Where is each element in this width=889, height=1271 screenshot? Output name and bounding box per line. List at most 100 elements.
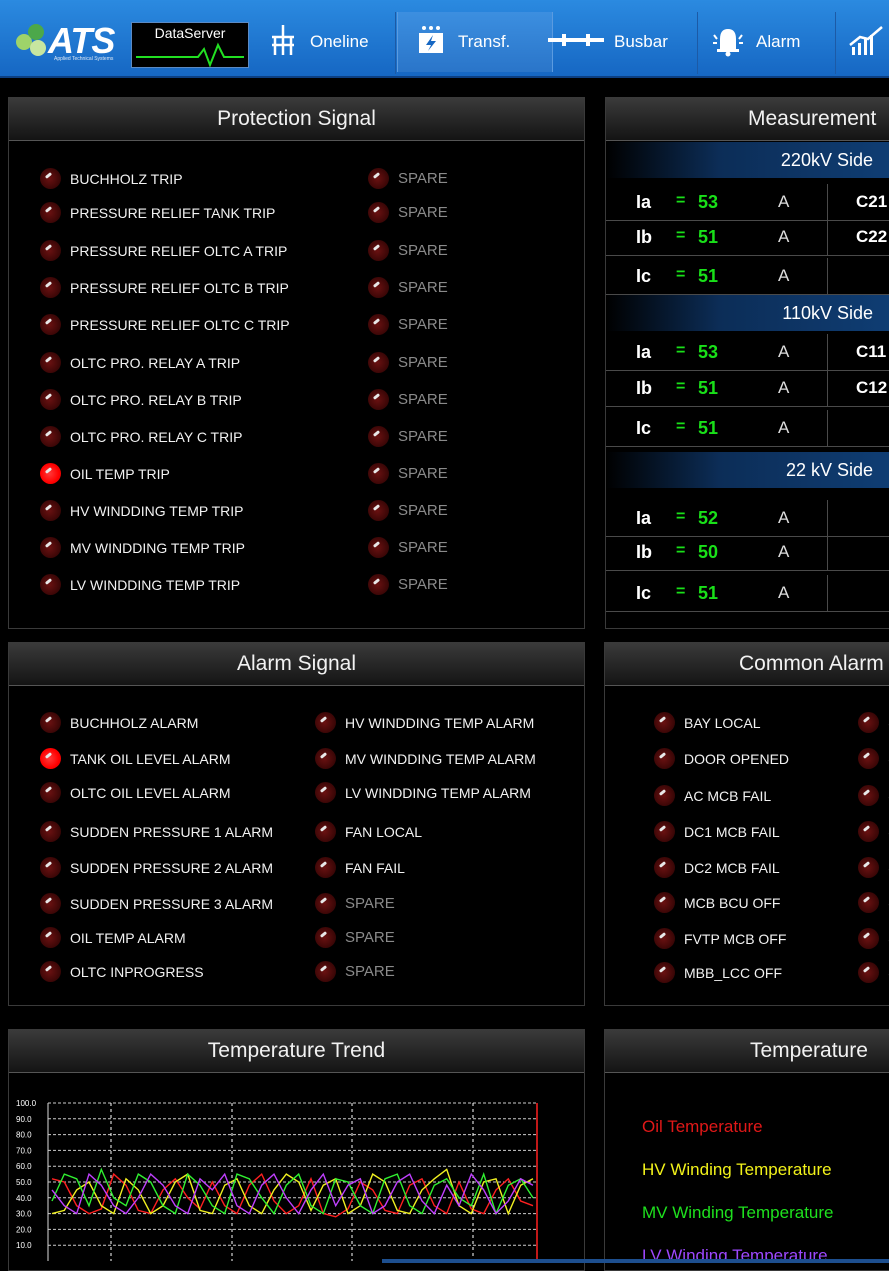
unit-label: A — [778, 418, 790, 437]
breaker-label: C21 — [856, 192, 888, 211]
current-value: 52 — [698, 508, 719, 528]
indicator-led — [40, 821, 61, 842]
protection-signal-row: BUCHHOLZ TRIP — [40, 168, 183, 189]
common-spare-row: S — [858, 821, 889, 842]
protection-spare-row: SPARE — [368, 389, 448, 410]
signal-label: LV WINDDING TEMP TRIP — [70, 576, 241, 593]
phase-label: Ia — [636, 508, 652, 528]
measurement-row: Ia 53 A C11 = — [606, 334, 889, 371]
indicator-led — [368, 314, 389, 335]
indicator-led — [315, 893, 336, 914]
y-tick-label: 60.0 — [16, 1162, 32, 1171]
signal-label: MBB_LCC OFF — [684, 964, 783, 981]
protection-signal-row: PRESSURE RELIEF OLTC A TRIP — [40, 240, 287, 261]
transformer-icon — [414, 23, 448, 62]
signal-label: SPARE — [398, 539, 448, 556]
series-line — [51, 1168, 534, 1216]
signal-label: OLTC PRO. RELAY A TRIP — [70, 354, 241, 371]
signal-label: SPARE — [398, 391, 448, 408]
indicator-led — [858, 821, 879, 842]
nav-alarm[interactable]: Alarm — [710, 12, 830, 72]
signal-label: OLTC INPROGRESS — [70, 963, 204, 980]
ats-logo: ATS Applied Technical Systems — [14, 18, 122, 62]
phase-label: Ia — [636, 342, 652, 362]
signal-label: DC1 MCB FAIL — [684, 823, 780, 840]
signal-label: FVTP MCB OFF — [684, 930, 787, 947]
indicator-led — [858, 712, 879, 733]
protection-signal-row: PRESSURE RELIEF TANK TRIP — [40, 202, 275, 223]
indicator-led — [315, 748, 336, 769]
indicator-led — [40, 961, 61, 982]
common-spare-row: S — [858, 892, 889, 913]
indicator-led — [368, 537, 389, 558]
breaker-label: C11 — [856, 342, 887, 361]
unit-label: A — [778, 227, 790, 246]
nav-transf[interactable]: Transf. — [397, 12, 553, 72]
protection-spare-row: SPARE — [368, 202, 448, 223]
nav-oneline[interactable]: Oneline — [258, 12, 396, 72]
signal-label: SPARE — [398, 428, 448, 445]
signal-label: PRESSURE RELIEF OLTC B TRIP — [70, 279, 289, 296]
dataserver-status[interactable]: DataServer — [131, 22, 249, 68]
column-divider — [827, 184, 828, 220]
panel-title: Alarm Signal — [9, 643, 584, 686]
protection-spare-row: SPARE — [368, 240, 448, 261]
unit-label: A — [778, 266, 790, 285]
indicator-led — [654, 928, 675, 949]
common-spare-row: S — [858, 928, 889, 949]
indicator-led — [858, 928, 879, 949]
y-tick-label: 70.0 — [16, 1146, 32, 1155]
measurement-row: Ib 50 A = — [606, 534, 889, 571]
measurement-row: Ia 53 A C21 = — [606, 184, 889, 221]
y-tick-label: 50.0 — [16, 1178, 32, 1187]
common-spare-row: S — [858, 712, 889, 733]
alarm-signal-row: FAN LOCAL — [315, 821, 422, 842]
phase-label: Ib — [636, 542, 652, 562]
protection-signal-row: OLTC PRO. RELAY B TRIP — [40, 389, 242, 410]
temperature-trend-chart: 100.0 90.0 80.0 70.0 60.0 50.0 40.0 30.0 20.0 10.… — [16, 1099, 538, 1261]
indicator-led — [654, 857, 675, 878]
measurement-section-header: 110kV Side — [606, 295, 889, 331]
equals-sign: = — [676, 418, 686, 435]
alarm-signal-row: SUDDEN PRESSURE 1 ALARM — [40, 821, 273, 842]
common-spare-row: S — [858, 785, 889, 806]
y-tick-label: 90.0 — [16, 1115, 32, 1124]
current-value: 51 — [698, 583, 719, 603]
protection-spare-row: SPARE — [368, 352, 448, 373]
protection-spare-row: SPARE — [368, 463, 448, 484]
signal-label: OIL TEMP TRIP — [70, 465, 170, 482]
section-title: 220kV Side — [780, 150, 873, 170]
nav-busbar[interactable]: Busbar — [548, 12, 688, 72]
protection-signal-row: HV WINDDING TEMP TRIP — [40, 500, 243, 521]
indicator-led — [40, 352, 61, 373]
nav-trend[interactable] — [846, 12, 889, 72]
unit-label: A — [778, 192, 790, 211]
indicator-led — [40, 240, 61, 261]
signal-label: SPARE — [398, 204, 448, 221]
column-divider — [827, 500, 828, 536]
indicator-led — [368, 574, 389, 595]
signal-label: MV WINDDING TEMP TRIP — [70, 539, 246, 556]
protection-signal-row: LV WINDDING TEMP TRIP — [40, 574, 240, 595]
nav-oneline-label: Oneline — [310, 32, 369, 51]
signal-label: SPARE — [398, 279, 448, 296]
alarm-spare-row: SPARE — [315, 961, 395, 982]
signal-label: MCB BCU OFF — [684, 894, 781, 911]
equals-sign: = — [676, 508, 686, 525]
section-title: 22 kV Side — [785, 460, 873, 480]
equals-sign: = — [676, 542, 686, 559]
signal-label: SPARE — [398, 316, 448, 333]
current-value: 51 — [698, 266, 719, 286]
current-value: 53 — [698, 192, 719, 212]
signal-label: SPARE — [398, 502, 448, 519]
panel-title: Measurement — [606, 98, 889, 141]
signal-label: DOOR OPENED — [684, 750, 790, 767]
indicator-led — [368, 389, 389, 410]
alarm-signal-row: BUCHHOLZ ALARM — [40, 712, 198, 733]
y-tick-label: 30.0 — [16, 1210, 32, 1219]
unit-label: A — [778, 342, 790, 361]
indicator-led — [40, 389, 61, 410]
indicator-led — [40, 537, 61, 558]
signal-label: SPARE — [345, 929, 395, 946]
equals-sign: = — [676, 227, 686, 244]
